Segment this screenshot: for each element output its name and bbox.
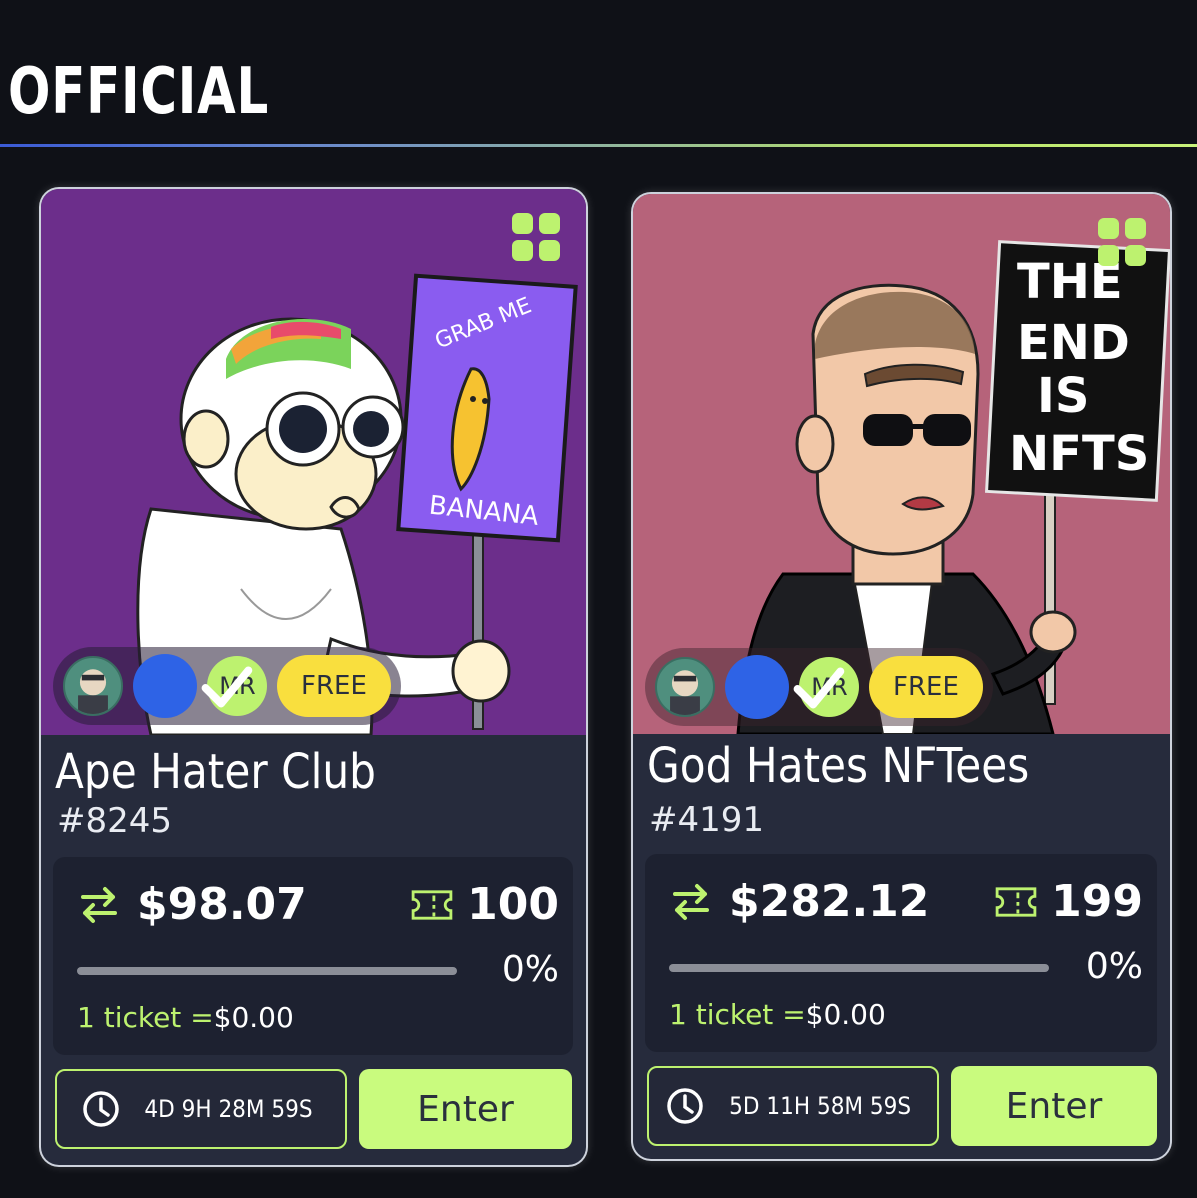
price-value: $98.07 xyxy=(137,879,307,930)
raffle-card[interactable]: THE END IS NFTS MR FREE God Hates NFTees… xyxy=(633,194,1170,1159)
sign-text-line: NFTS xyxy=(1009,426,1149,482)
ticket-icon xyxy=(995,886,1037,917)
verified-icon xyxy=(133,654,253,718)
token-id: #4191 xyxy=(649,800,765,840)
collection-name: Ape Hater Club xyxy=(55,744,376,800)
collection-grid-icon[interactable] xyxy=(1098,218,1146,266)
timer-text: 4D 9H 28M 59S xyxy=(143,1095,313,1123)
progress-percent: 0% xyxy=(501,949,559,990)
badge-row: MR FREE xyxy=(645,648,993,726)
enter-button[interactable]: Enter xyxy=(359,1069,572,1149)
raffle-card[interactable]: GRAB ME BANANA MR FREE Ape Hater Club #8… xyxy=(41,189,586,1165)
progress-percent: 0% xyxy=(1085,946,1143,987)
clock-icon xyxy=(667,1088,703,1124)
token-id: #8245 xyxy=(57,801,173,841)
section-divider xyxy=(0,144,1197,147)
nft-image[interactable]: THE END IS NFTS MR FREE xyxy=(633,194,1170,734)
swap-icon xyxy=(81,886,117,923)
ticket-price: 1 ticket =$0.00 xyxy=(77,1001,294,1034)
ticket-icon xyxy=(411,889,453,920)
countdown-timer: 5D 11H 58M 59S xyxy=(647,1066,939,1146)
swap-icon xyxy=(673,883,709,920)
timer-text: 5D 11H 58M 59S xyxy=(728,1092,912,1120)
progress-bar xyxy=(669,964,1049,972)
verified-icon xyxy=(725,655,845,719)
sign-text-line: END xyxy=(1017,315,1130,371)
ticket-count: 100 xyxy=(467,879,559,930)
sign-text-line: IS xyxy=(1037,368,1089,424)
raffle-stats: $98.07 100 0% 1 ticket =$0.00 xyxy=(53,857,573,1055)
nft-image[interactable]: GRAB ME BANANA MR FREE xyxy=(41,189,586,735)
collection-grid-icon[interactable] xyxy=(512,213,560,261)
countdown-timer: 4D 9H 28M 59S xyxy=(55,1069,347,1149)
collection-name: God Hates NFTees xyxy=(647,738,1030,794)
price-value: $282.12 xyxy=(729,876,930,927)
clock-icon xyxy=(82,1091,119,1127)
section-title: OFFICIAL xyxy=(8,55,270,129)
enter-button[interactable]: Enter xyxy=(951,1066,1157,1146)
ticket-count: 199 xyxy=(1051,876,1143,927)
progress-bar xyxy=(77,967,457,975)
raffle-stats: $282.12 199 0% 1 ticket =$0.00 xyxy=(645,854,1157,1052)
badge-row: MR FREE xyxy=(53,647,401,725)
ticket-price: 1 ticket =$0.00 xyxy=(669,998,886,1031)
